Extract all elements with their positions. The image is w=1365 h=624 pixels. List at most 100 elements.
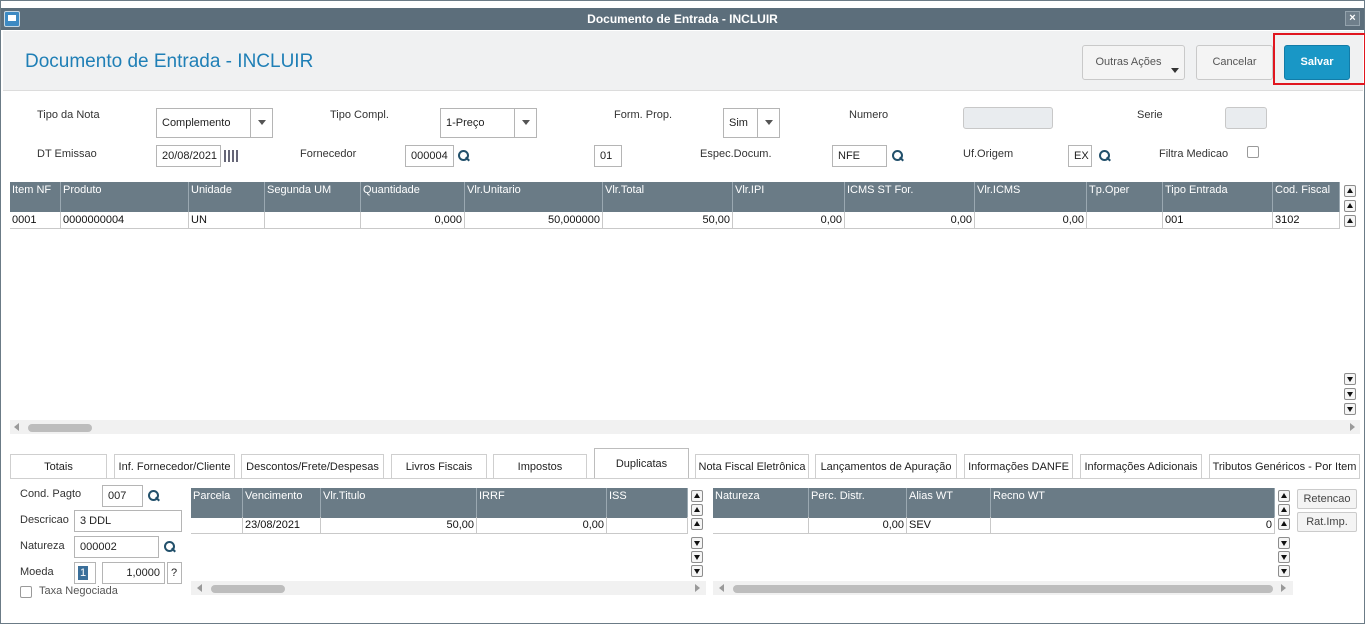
tab-nota-fiscal-eletronica[interactable]: Nota Fiscal Eletrônica xyxy=(695,454,809,479)
table-row[interactable]: 0,00 SEV 0 xyxy=(713,517,1275,534)
scroll-right-icon[interactable] xyxy=(695,584,700,592)
serie-label: Serie xyxy=(1137,109,1163,121)
col-header[interactable]: Alias WT xyxy=(907,488,991,518)
descricao-field[interactable]: 3 DDL xyxy=(74,510,182,532)
scroll-bottom-icon[interactable] xyxy=(1344,403,1356,415)
scroll-page-up-icon[interactable] xyxy=(1278,504,1290,516)
col-header[interactable]: Perc. Distr. xyxy=(809,488,907,518)
tab-duplicatas[interactable]: Duplicatas xyxy=(594,448,689,479)
retencao-button[interactable]: Retencao xyxy=(1297,489,1357,509)
scroll-left-icon[interactable] xyxy=(14,423,19,431)
scroll-thumb[interactable] xyxy=(211,585,285,593)
moeda-field[interactable]: 1 xyxy=(74,562,96,584)
search-icon[interactable] xyxy=(163,540,177,554)
scroll-page-down-icon[interactable] xyxy=(1278,551,1290,563)
col-header[interactable]: Tp.Oper xyxy=(1087,182,1163,212)
col-header[interactable]: Vlr.Total xyxy=(603,182,733,212)
duplicatas-horizontal-scrollbar[interactable] xyxy=(191,581,706,595)
search-icon[interactable] xyxy=(1098,149,1112,163)
scroll-top-icon[interactable] xyxy=(1344,185,1356,197)
scroll-right-icon[interactable] xyxy=(1281,584,1286,592)
scroll-page-down-icon[interactable] xyxy=(1344,388,1356,400)
col-header[interactable]: Vlr.ICMS xyxy=(975,182,1087,212)
col-header[interactable]: ISS xyxy=(607,488,688,518)
tab-inf-fornecedor[interactable]: Inf. Fornecedor/Cliente xyxy=(114,454,235,479)
search-icon[interactable] xyxy=(891,149,905,163)
espec-docum-field[interactable]: NFE xyxy=(832,145,887,167)
natureza-horizontal-scrollbar[interactable] xyxy=(713,581,1293,595)
tipo-compl-select[interactable]: 1-Preço xyxy=(440,108,537,138)
tab-livros-fiscais[interactable]: Livros Fiscais xyxy=(391,454,487,479)
search-icon[interactable] xyxy=(457,149,471,163)
scroll-page-down-icon[interactable] xyxy=(691,551,703,563)
taxa-moeda-field[interactable]: 1,0000 xyxy=(102,562,165,584)
page-title: Documento de Entrada - INCLUIR xyxy=(25,51,314,72)
search-icon[interactable] xyxy=(147,489,161,503)
items-horizontal-scrollbar[interactable] xyxy=(10,420,1360,434)
loja-field[interactable]: 01 xyxy=(594,145,622,167)
duplicatas-vertical-scrollbar[interactable] xyxy=(690,488,704,580)
col-header[interactable]: Item NF xyxy=(10,182,61,212)
scroll-left-icon[interactable] xyxy=(197,584,202,592)
scroll-top-icon[interactable] xyxy=(691,490,703,502)
table-cell xyxy=(1087,212,1163,229)
scroll-right-icon[interactable] xyxy=(1350,423,1355,431)
dt-emissao-field[interactable]: 20/08/2021 xyxy=(156,145,221,167)
table-row[interactable]: 23/08/2021 50,00 0,00 xyxy=(191,517,688,534)
col-header[interactable]: Quantidade xyxy=(361,182,465,212)
col-header[interactable]: Segunda UM xyxy=(265,182,361,212)
help-button[interactable]: ? xyxy=(167,562,182,584)
tipo-nota-select[interactable]: Complemento xyxy=(156,108,273,138)
tab-informacoes-adicionais[interactable]: Informações Adicionais xyxy=(1080,454,1202,479)
col-header[interactable]: Vencimento xyxy=(243,488,321,518)
fornecedor-field[interactable]: 000004 xyxy=(405,145,454,167)
tab-informacoes-danfe[interactable]: Informações DANFE xyxy=(964,454,1073,479)
natureza-field[interactable]: 000002 xyxy=(74,536,159,558)
scroll-top-icon[interactable] xyxy=(1278,490,1290,502)
scroll-left-icon[interactable] xyxy=(719,584,724,592)
cond-pagto-field[interactable]: 007 xyxy=(102,485,143,507)
scroll-up-icon[interactable] xyxy=(1344,215,1356,227)
rat-imp-button[interactable]: Rat.Imp. xyxy=(1297,512,1357,532)
filtra-medicao-checkbox[interactable] xyxy=(1247,146,1259,158)
close-icon[interactable]: × xyxy=(1345,11,1360,26)
table-row[interactable]: 0001 0000000004 UN 0,000 50,000000 50,00… xyxy=(10,212,1340,229)
tab-lancamentos-apuracao[interactable]: Lançamentos de Apuração xyxy=(815,454,957,479)
tab-impostos[interactable]: Impostos xyxy=(493,454,587,479)
cancel-button[interactable]: Cancelar xyxy=(1196,45,1273,80)
natureza-vertical-scrollbar[interactable] xyxy=(1277,488,1291,580)
col-header[interactable]: Produto xyxy=(61,182,189,212)
scroll-page-up-icon[interactable] xyxy=(691,504,703,516)
col-header[interactable]: IRRF xyxy=(477,488,607,518)
col-header[interactable]: ICMS ST For. xyxy=(845,182,975,212)
scroll-thumb[interactable] xyxy=(733,585,1273,593)
col-header[interactable]: Cod. Fiscal xyxy=(1273,182,1340,212)
outras-acoes-button[interactable]: Outras Ações xyxy=(1082,45,1185,80)
col-header[interactable]: Vlr.Titulo xyxy=(321,488,477,518)
col-header[interactable]: Recno WT xyxy=(991,488,1275,518)
col-header[interactable]: Natureza xyxy=(713,488,809,518)
col-header[interactable]: Unidade xyxy=(189,182,265,212)
tab-totais[interactable]: Totais xyxy=(10,454,107,479)
taxa-negociada-checkbox[interactable] xyxy=(20,586,32,598)
scroll-bottom-icon[interactable] xyxy=(1278,565,1290,577)
scroll-bottom-icon[interactable] xyxy=(691,565,703,577)
scroll-down-icon[interactable] xyxy=(691,537,703,549)
tab-descontos[interactable]: Descontos/Frete/Despesas xyxy=(241,454,384,479)
uf-origem-field[interactable]: EX xyxy=(1068,145,1092,167)
col-header[interactable]: Vlr.IPI xyxy=(733,182,845,212)
scroll-down-icon[interactable] xyxy=(1278,537,1290,549)
col-header[interactable]: Parcela xyxy=(191,488,243,518)
calendar-icon[interactable] xyxy=(224,150,240,162)
col-header[interactable]: Tipo Entrada xyxy=(1163,182,1273,212)
table-cell: 50,00 xyxy=(321,517,477,534)
scroll-thumb[interactable] xyxy=(28,424,92,432)
items-vertical-scrollbar[interactable] xyxy=(1343,182,1357,422)
scroll-up-icon[interactable] xyxy=(1278,518,1290,530)
form-prop-select[interactable]: Sim xyxy=(723,108,780,138)
scroll-page-up-icon[interactable] xyxy=(1344,200,1356,212)
scroll-up-icon[interactable] xyxy=(691,518,703,530)
tab-tributos-genericos[interactable]: Tributos Genéricos - Por Item xyxy=(1209,454,1360,479)
scroll-down-icon[interactable] xyxy=(1344,373,1356,385)
col-header[interactable]: Vlr.Unitario xyxy=(465,182,603,212)
